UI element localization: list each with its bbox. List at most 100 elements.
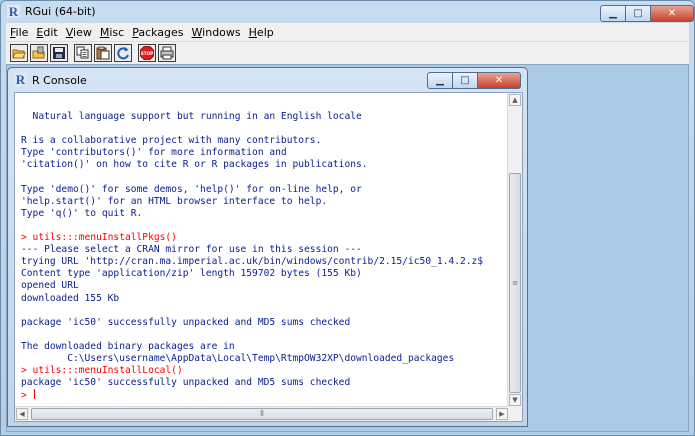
console-output-line: downloaded 155 Kb — [21, 292, 120, 304]
console-minimize-button[interactable]: ▁ — [427, 72, 453, 89]
save-workspace-button[interactable] — [50, 44, 68, 62]
open-script-button[interactable] — [10, 44, 28, 62]
console-output-line — [21, 99, 511, 111]
main-title-bar[interactable]: R RGui (64-bit) ▁ □ ✕ — [1, 1, 694, 23]
copy-icon — [76, 46, 89, 59]
menu-label-rest: ackages — [138, 25, 184, 39]
console-title-bar[interactable]: R R Console ▁ □ ✕ — [8, 68, 527, 92]
console-prompt-line[interactable]: > — [21, 389, 511, 399]
menu-mnemonic: H — [248, 25, 257, 39]
save-workspace-icon — [53, 47, 65, 59]
scroll-down-button[interactable]: ▼ — [509, 394, 521, 406]
console-output-line: C:\Users\username\AppData\Local\Temp\Rtm… — [21, 352, 455, 364]
main-close-button[interactable]: ✕ — [651, 5, 694, 22]
console-text[interactable]: Natural language support but running in … — [21, 99, 511, 399]
menu-file[interactable]: File — [6, 26, 32, 39]
print-icon — [160, 46, 174, 60]
svg-text:R: R — [16, 73, 26, 86]
scroll-up-button[interactable]: ▲ — [509, 94, 521, 106]
open-script-icon — [12, 49, 26, 59]
main-maximize-button[interactable]: □ — [626, 5, 651, 22]
menu-view[interactable]: View — [62, 26, 96, 39]
console-output-line: 'help.start()' for an HTML browser inter… — [21, 195, 328, 207]
scroll-right-button[interactable]: ▶ — [496, 408, 508, 420]
copy-button[interactable] — [74, 44, 92, 62]
menu-label-rest: ile — [15, 25, 29, 39]
console-output-line: Content type 'application/zip' length 15… — [21, 268, 362, 280]
menu-mnemonic: V — [65, 25, 74, 39]
copy-paste-icon — [117, 47, 129, 60]
console-output-line — [21, 220, 511, 232]
maximize-icon: □ — [633, 7, 643, 19]
close-icon: ✕ — [667, 7, 677, 19]
main-window-controls: ▁ □ ✕ — [600, 5, 694, 22]
svg-text:R: R — [9, 5, 19, 18]
console-close-button[interactable]: ✕ — [478, 72, 521, 89]
scrollbar-corner — [508, 407, 522, 421]
console-maximize-button[interactable]: □ — [453, 72, 478, 89]
console-output-line: R is a collaborative project with many c… — [21, 135, 322, 147]
horizontal-scrollbar[interactable]: ◀ ⦀ ▶ — [15, 406, 509, 421]
close-icon: ✕ — [494, 74, 504, 86]
console-prompt: > — [21, 390, 33, 399]
menu-misc[interactable]: Misc — [96, 26, 128, 39]
copy-paste-button[interactable] — [114, 44, 132, 62]
toolbar: STOP — [6, 41, 689, 64]
arrow-up-icon: ▲ — [512, 96, 518, 104]
r-console-window: R R Console ▁ □ ✕ Natural language suppo… — [7, 67, 528, 427]
main-minimize-button[interactable]: ▁ — [600, 5, 626, 22]
console-output-line: 'citation()' on how to cite R or R packa… — [21, 159, 368, 171]
stop-button[interactable]: STOP — [138, 44, 156, 62]
text-caret — [33, 389, 35, 399]
vertical-scrollbar[interactable]: ▲ ≡ ▼ — [507, 93, 522, 407]
console-window-controls: ▁ □ ✕ — [427, 72, 521, 89]
console-output-line — [21, 305, 511, 317]
console-output-line: opened URL — [21, 280, 79, 292]
console-output-line: Type 'contributors()' for more informati… — [21, 147, 287, 159]
menu-edit[interactable]: Edit — [32, 26, 61, 39]
maximize-icon: □ — [460, 74, 470, 86]
menu-label-rest: elp — [256, 25, 274, 39]
console-output-line: --- Please select a CRAN mirror for use … — [21, 244, 362, 256]
stop-icon: STOP — [140, 46, 154, 60]
menu-bar: File Edit View Misc Packages Windows Help — [6, 23, 689, 41]
menu-packages[interactable]: Packages — [128, 26, 187, 39]
r-logo-icon: R — [14, 73, 27, 86]
console-output-line: Type 'demo()' for some demos, 'help()' f… — [21, 183, 362, 195]
load-workspace-button[interactable] — [30, 44, 48, 62]
vertical-scroll-thumb[interactable]: ≡ — [509, 173, 521, 393]
paste-button[interactable] — [94, 44, 112, 62]
r-logo-icon: R — [7, 5, 20, 18]
console-output-line: The downloaded binary packages are in — [21, 340, 235, 352]
menu-label-rest: iew — [73, 25, 92, 39]
horizontal-scroll-thumb[interactable]: ⦀ — [31, 408, 493, 420]
print-button[interactable] — [158, 44, 176, 62]
main-title: RGui (64-bit) — [25, 5, 96, 18]
console-command-line: > utils:::menuInstallLocal() — [21, 365, 183, 377]
console-output-line — [21, 172, 511, 184]
menu-help[interactable]: Help — [245, 26, 278, 39]
arrow-down-icon: ▼ — [512, 396, 518, 404]
console-output-line — [21, 123, 511, 135]
console-output-line — [21, 329, 511, 341]
console-output-line: Type 'q()' to quit R. — [21, 207, 143, 219]
console-output-line: trying URL 'http://cran.ma.imperial.ac.u… — [21, 256, 484, 268]
menu-label-rest: indows — [202, 25, 241, 39]
stop-icon-label: STOP — [141, 51, 154, 56]
console-output-area[interactable]: Natural language support but running in … — [14, 92, 523, 422]
menu-windows[interactable]: Windows — [188, 26, 245, 39]
console-output-line: Natural language support but running in … — [21, 111, 362, 123]
console-output-line: package 'ic50' successfully unpacked and… — [21, 377, 351, 389]
grip-icon: ≡ — [512, 279, 518, 287]
console-command-line: > utils:::menuInstallPkgs() — [21, 232, 177, 244]
arrow-right-icon: ▶ — [499, 410, 505, 418]
scroll-left-button[interactable]: ◀ — [16, 408, 28, 420]
menu-label-rest: isc — [109, 25, 125, 39]
console-title: R Console — [32, 74, 87, 87]
menu-label-rest: dit — [43, 25, 58, 39]
menu-mnemonic: W — [191, 25, 203, 39]
console-output-line: package 'ic50' successfully unpacked and… — [21, 316, 351, 328]
minimize-icon: ▁ — [609, 7, 617, 19]
load-workspace-icon — [32, 46, 45, 59]
grip-icon: ⦀ — [260, 409, 264, 418]
